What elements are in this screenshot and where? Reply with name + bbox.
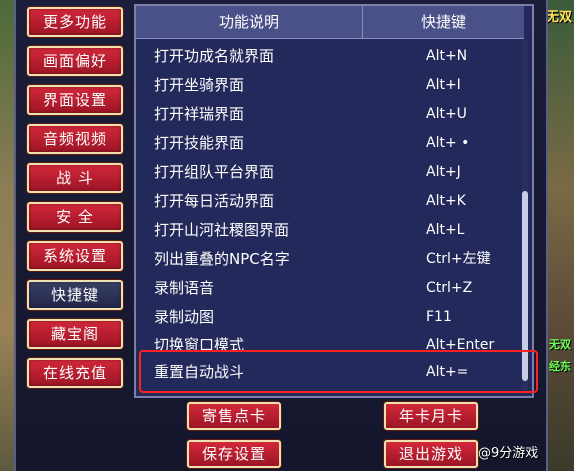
exit-game-button[interactable]: 退出游戏 xyxy=(384,440,478,468)
row-function-name: 录制动图 xyxy=(154,308,215,326)
sidebar-item-interface-settings[interactable]: 界面设置 xyxy=(27,85,123,115)
table-row[interactable]: 录制动图 F11 xyxy=(136,303,518,331)
edge-text-mid-right-2: 经东 xyxy=(549,360,571,373)
row-shortcut-key: Alt+K xyxy=(426,193,466,209)
row-function-name: 打开每日活动界面 xyxy=(154,192,275,210)
save-settings-button[interactable]: 保存设置 xyxy=(187,440,281,468)
row-shortcut-key: Alt+ • xyxy=(426,135,470,151)
row-function-name: 录制语音 xyxy=(154,279,215,297)
sidebar-item-display-preferences[interactable]: 画面偏好 xyxy=(27,46,123,76)
table-row[interactable]: 打开组队平台界面 Alt+J xyxy=(136,158,518,186)
table-row[interactable]: 录制语音 Ctrl+Z xyxy=(136,274,518,302)
watermark-text: @9分游戏 xyxy=(478,446,539,461)
table-row[interactable]: 列出重叠的NPC名字 Ctrl+左键 xyxy=(136,245,518,273)
table-row[interactable]: 打开山河社稷图界面 Alt+L xyxy=(136,216,518,244)
row-shortcut-key: Ctrl+Z xyxy=(426,280,473,296)
hotkey-list-panel: 功能说明 快捷键 打开功成名就界面 Alt+N 打开坐骑界面 Alt+I 打开祥… xyxy=(134,4,534,398)
row-function-name: 打开山河社稷图界面 xyxy=(154,221,290,239)
sidebar-item-system-settings[interactable]: 系统设置 xyxy=(27,241,123,271)
sell-point-card-button[interactable]: 寄售点卡 xyxy=(187,402,281,430)
sidebar-item-hotkeys[interactable]: 快捷键 xyxy=(27,280,123,310)
year-month-card-button[interactable]: 年卡月卡 xyxy=(384,402,478,430)
edge-text-mid-right-1: 无双 xyxy=(549,338,571,351)
table-row[interactable]: 打开每日活动界面 Alt+K xyxy=(136,187,518,215)
sidebar-item-combat[interactable]: 战 斗 xyxy=(27,163,123,193)
table-row[interactable]: 打开技能界面 Alt+ • xyxy=(136,129,518,157)
sidebar-item-audio-video[interactable]: 音频视频 xyxy=(27,124,123,154)
column-header-function: 功能说明 xyxy=(218,13,279,31)
table-row[interactable]: 打开祥瑞界面 Alt+U xyxy=(136,100,518,128)
sidebar-item-online-recharge[interactable]: 在线充值 xyxy=(27,358,123,388)
table-row[interactable]: 打开功成名就界面 Alt+N xyxy=(136,42,518,70)
row-function-name: 打开技能界面 xyxy=(154,134,245,152)
highlight-box xyxy=(139,350,538,393)
sidebar-item-security[interactable]: 安 全 xyxy=(27,202,123,232)
column-header-shortcut: 快捷键 xyxy=(420,13,466,31)
row-function-name: 打开组队平台界面 xyxy=(154,163,275,181)
row-shortcut-key: Alt+I xyxy=(426,77,461,93)
row-function-name: 列出重叠的NPC名字 xyxy=(154,250,290,268)
row-shortcut-key: Alt+U xyxy=(426,106,467,122)
sidebar-item-more-functions[interactable]: 更多功能 xyxy=(27,7,123,37)
row-function-name: 打开坐骑界面 xyxy=(154,76,245,94)
table-header: 功能说明 快捷键 xyxy=(136,6,524,39)
sidebar-item-treasure-pavilion[interactable]: 藏宝阁 xyxy=(27,319,123,349)
row-function-name: 打开祥瑞界面 xyxy=(154,105,245,123)
row-function-name: 打开功成名就界面 xyxy=(154,47,275,65)
edge-text-top-right: 无双 xyxy=(546,10,573,25)
row-shortcut-key: Alt+N xyxy=(426,48,468,64)
row-shortcut-key: Ctrl+左键 xyxy=(426,251,491,267)
row-shortcut-key: Alt+L xyxy=(426,222,465,238)
row-shortcut-key: Alt+J xyxy=(426,164,461,180)
table-row[interactable]: 打开坐骑界面 Alt+I xyxy=(136,71,518,99)
row-shortcut-key: F11 xyxy=(426,309,452,325)
